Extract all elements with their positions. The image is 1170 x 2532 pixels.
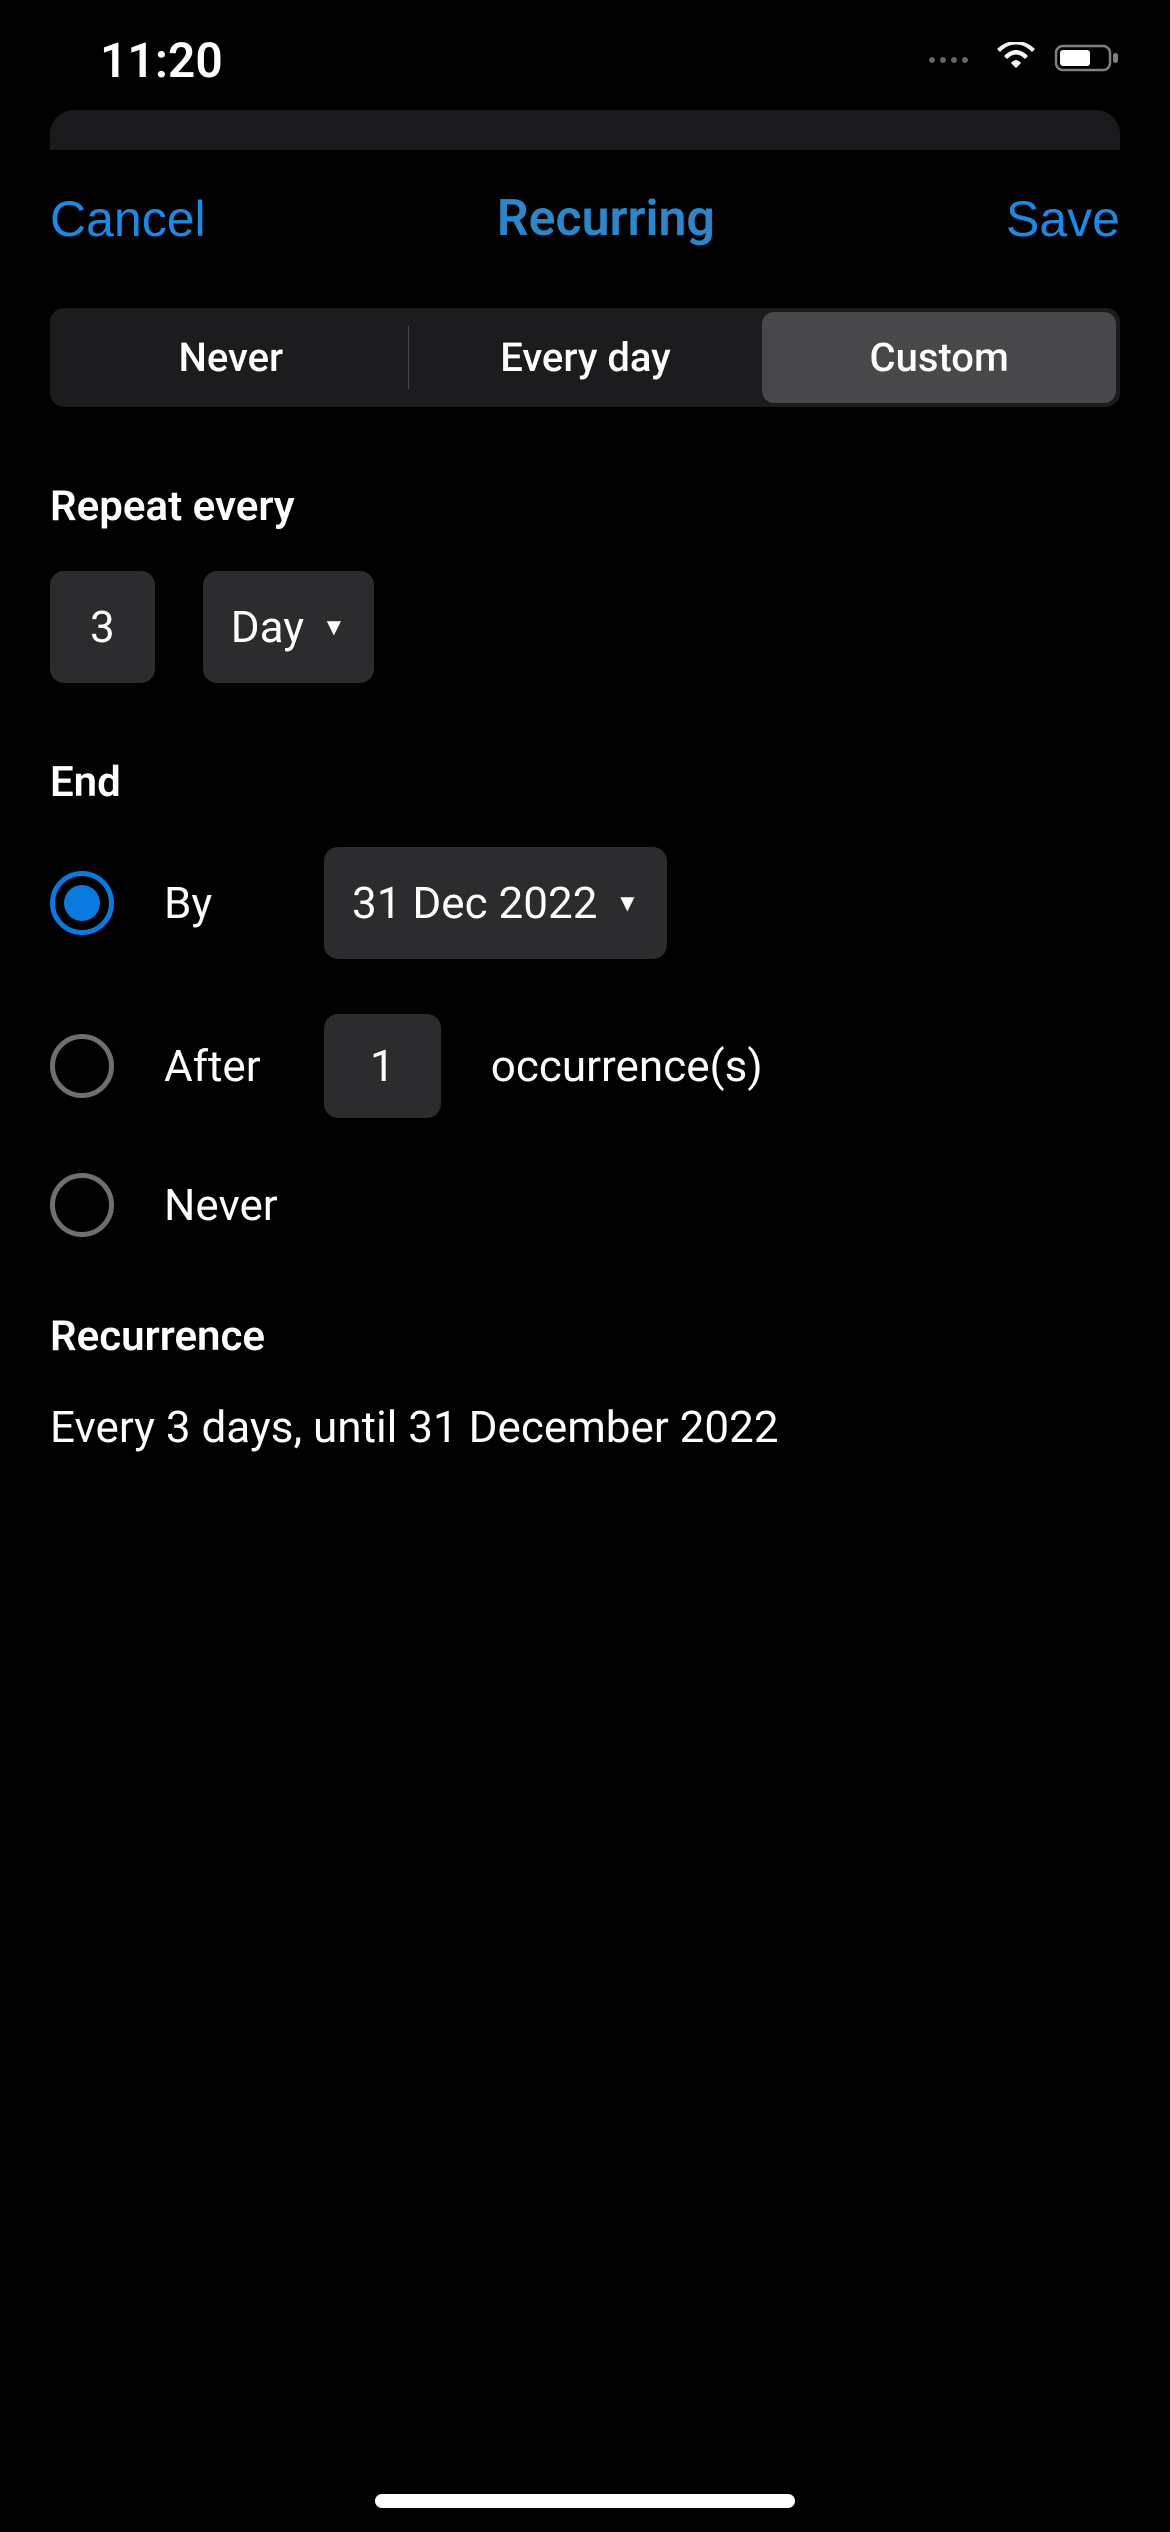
recurrence-summary-section: Recurrence Every 3 days, until 31 Decemb…: [50, 1312, 1120, 1453]
end-by-date-value: 31 Dec 2022: [352, 877, 597, 929]
sheet-title: Recurring: [497, 190, 715, 248]
end-section: End By 31 Dec 2022 ▼ After 1 occurrence(…: [50, 758, 1120, 1237]
status-time: 11:20: [100, 32, 223, 89]
recurrence-mode-tabs: Never Every day Custom: [50, 308, 1120, 407]
end-after-count-input[interactable]: 1: [324, 1014, 441, 1118]
end-after-suffix: occurrence(s): [491, 1040, 763, 1092]
end-label: End: [50, 758, 1120, 807]
wifi-icon: [994, 42, 1038, 78]
end-by-row: By 31 Dec 2022 ▼: [50, 847, 1120, 959]
repeat-every-label: Repeat every: [50, 482, 1120, 531]
chevron-down-icon: ▼: [615, 889, 639, 918]
end-by-label: By: [164, 877, 274, 929]
end-never-radio[interactable]: [50, 1173, 114, 1237]
tab-never[interactable]: Never: [54, 312, 408, 403]
status-bar: 11:20: [0, 0, 1170, 110]
background-sheet-peek: [50, 110, 1120, 150]
status-indicators: [929, 42, 1120, 78]
repeat-unit-value: Day: [231, 601, 304, 653]
sheet-header: Cancel Recurring Save: [50, 190, 1120, 248]
end-after-row: After 1 occurrence(s): [50, 1014, 1120, 1118]
tab-every-day[interactable]: Every day: [409, 312, 763, 403]
save-button[interactable]: Save: [1006, 190, 1120, 248]
modal-sheet: Cancel Recurring Save Never Every day Cu…: [0, 150, 1170, 2522]
end-never-label: Never: [164, 1179, 278, 1231]
recurrence-summary-text: Every 3 days, until 31 December 2022: [50, 1401, 1120, 1453]
home-indicator[interactable]: [375, 2494, 795, 2508]
cellular-dots-icon: [929, 57, 968, 63]
tab-custom[interactable]: Custom: [762, 312, 1116, 403]
end-never-row: Never: [50, 1173, 1120, 1237]
repeat-interval-input[interactable]: 3: [50, 571, 155, 683]
battery-icon: [1054, 42, 1120, 78]
repeat-unit-select[interactable]: Day ▼: [203, 571, 374, 683]
end-by-radio[interactable]: [50, 871, 114, 935]
repeat-every-section: Repeat every 3 Day ▼: [50, 482, 1120, 683]
end-after-label: After: [164, 1040, 274, 1092]
cancel-button[interactable]: Cancel: [50, 190, 206, 248]
recurrence-label: Recurrence: [50, 1312, 1120, 1361]
end-after-radio[interactable]: [50, 1034, 114, 1098]
end-by-date-select[interactable]: 31 Dec 2022 ▼: [324, 847, 667, 959]
chevron-down-icon: ▼: [322, 613, 346, 642]
